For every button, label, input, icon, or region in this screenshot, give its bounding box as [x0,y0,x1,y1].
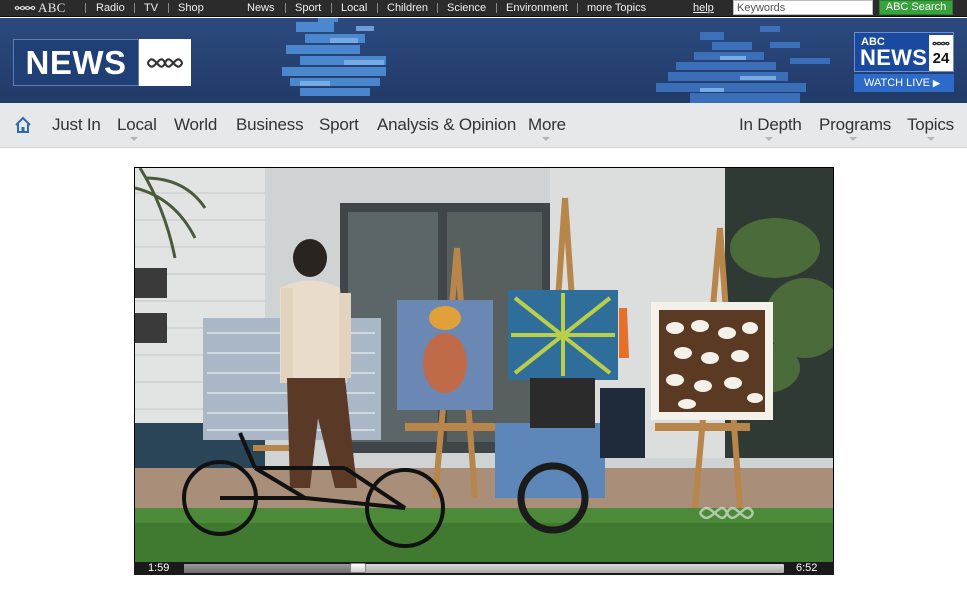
nav-item-programs[interactable]: Programs [819,115,891,135]
video-controls: 1:59 6:52 [134,562,834,575]
divider [168,3,169,13]
abc-lissajous-icon [146,57,184,68]
section-nav: Just In Local World Business Sport Analy… [0,103,967,148]
news-logo[interactable]: NEWS [13,39,191,86]
seek-bar-handle[interactable] [350,563,366,573]
news24-logo: ABC NEWS 24 [854,32,954,72]
current-time: 1:59 [148,562,170,574]
topbar-section-local[interactable]: Local [341,2,367,15]
seek-bar-progress [184,564,358,573]
topbar-section-news[interactable]: News [247,2,275,15]
watch-live-label: WATCH LIVE [864,77,931,89]
news24-number: 24 [932,50,950,67]
play-arrow-icon: ▶ [933,78,940,88]
divider [577,3,578,13]
search-input[interactable] [733,0,873,15]
watch-live-button[interactable]: WATCH LIVE ▶ [854,74,954,92]
divider [85,3,86,13]
home-icon[interactable] [14,116,32,134]
chevron-down-icon [542,137,550,141]
topbar-link-radio[interactable]: Radio [96,2,125,15]
news24-number-box: 24 [929,35,953,71]
video-player[interactable] [134,167,834,563]
duration: 6:52 [796,562,818,574]
divider [437,3,438,13]
abc-label: ABC [38,0,66,15]
nav-item-just-in[interactable]: Just In [52,115,101,135]
abc-logo-icon [14,6,36,10]
chevron-down-icon [130,137,138,141]
help-link[interactable]: help [693,2,714,15]
nav-item-more[interactable]: More [528,115,566,135]
abc-lissajous-icon [932,41,950,46]
divider [134,3,135,13]
nav-item-local[interactable]: Local [117,115,157,135]
topbar-section-more-topics[interactable]: more Topics [587,2,646,15]
video-frame-image [135,168,833,562]
nav-item-business[interactable]: Business [236,115,304,135]
topbar-link-shop[interactable]: Shop [178,2,204,15]
topbar-section-science[interactable]: Science [447,2,486,15]
topbar-section-children[interactable]: Children [387,2,428,15]
topbar-link-tv[interactable]: TV [144,2,158,15]
abc-home-link[interactable]: ABC [14,0,66,15]
nav-item-in-depth[interactable]: In Depth [739,115,802,135]
chevron-down-icon [927,137,935,141]
chevron-down-icon [765,137,773,141]
chevron-down-icon [849,137,857,141]
search-button[interactable]: ABC Search [879,0,953,15]
nav-item-topics[interactable]: Topics [907,115,954,135]
news-wordmark: NEWS [13,39,139,86]
topbar-section-sport[interactable]: Sport [295,2,321,15]
divider [331,3,332,13]
abc-logo-box [139,39,191,86]
masthead: NEWS ABC NEWS 24 WATCH LIVE ▶ [0,18,967,103]
divider [377,3,378,13]
nav-item-analysis-opinion[interactable]: Analysis & Opinion [377,115,516,135]
divider [496,3,497,13]
divider [285,3,286,13]
nav-item-sport[interactable]: Sport [319,115,359,135]
topbar-section-environment[interactable]: Environment [506,2,568,15]
nav-item-world[interactable]: World [174,115,217,135]
news24-promo[interactable]: ABC NEWS 24 WATCH LIVE ▶ [854,32,954,92]
global-topbar: ABC Radio TV Shop News Sport Local Child… [0,0,967,17]
news24-news-label: NEWS [860,45,928,70]
